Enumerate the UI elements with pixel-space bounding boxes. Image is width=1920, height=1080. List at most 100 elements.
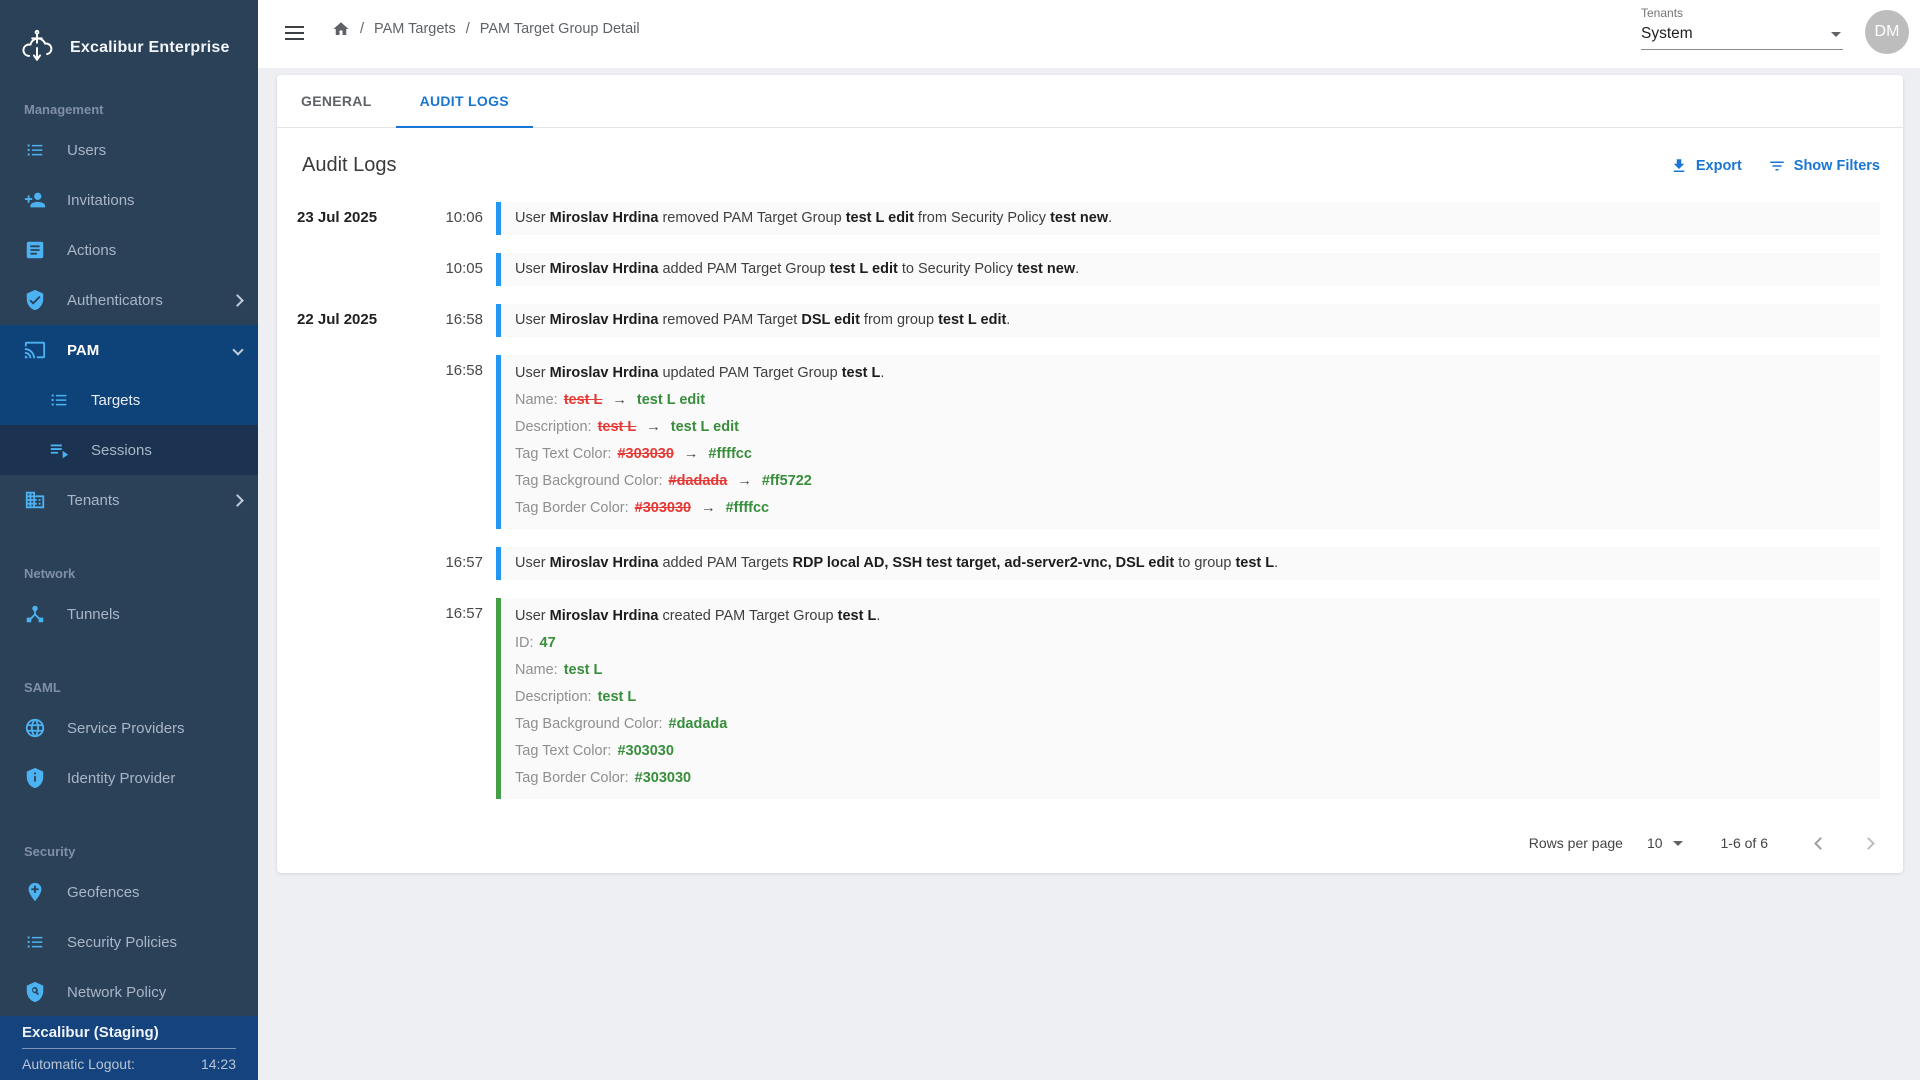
page-title: Audit Logs <box>302 154 1670 177</box>
sidebar-item-sessions[interactable]: Sessions <box>0 425 258 475</box>
section-label-network: Network <box>0 559 258 589</box>
log-text-segment: RDP local AD, SSH test target, ad-server… <box>793 555 1175 571</box>
tenant-selected-value: System <box>1641 25 1693 43</box>
log-text-segment: Miroslav Hrdina <box>550 261 659 277</box>
log-entry-card: User Miroslav Hrdina added PAM Target Gr… <box>496 253 1880 286</box>
sidebar-item-security-policies[interactable]: Security Policies <box>0 917 258 967</box>
sidebar-item-label: Authenticators <box>67 292 212 309</box>
log-text-segment: test L edit <box>938 312 1006 328</box>
sidebar-item-label: Tenants <box>67 492 212 509</box>
log-change-line: Tag Text Color:#303030 <box>515 738 1864 765</box>
next-page-button[interactable] <box>1856 831 1880 855</box>
log-text-segment: Miroslav Hrdina <box>550 555 659 571</box>
log-text-segment: Miroslav Hrdina <box>550 365 659 381</box>
log-entry-card: User Miroslav Hrdina created PAM Target … <box>496 598 1880 799</box>
tenants-label: Tenants <box>1641 6 1843 20</box>
sidebar-item-label: Identity Provider <box>67 770 242 787</box>
menu-icon[interactable] <box>285 26 304 40</box>
change-new-value: 47 <box>540 635 556 651</box>
log-text-segment: added PAM Targets <box>658 555 792 571</box>
list-icon <box>24 139 46 161</box>
log-entry-title: User Miroslav Hrdina removed PAM Target … <box>515 210 1864 227</box>
log-time: 16:57 <box>407 598 483 622</box>
log-text-segment: DSL edit <box>801 312 860 328</box>
rows-per-page-label: Rows per page <box>1529 835 1623 851</box>
log-text-segment: test L <box>842 365 881 381</box>
sidebar-item-authenticators[interactable]: Authenticators <box>0 275 258 325</box>
log-text-segment: . <box>876 608 880 624</box>
change-label: Name: <box>515 662 558 678</box>
tenant-select[interactable]: System <box>1641 20 1843 50</box>
download-icon <box>1670 157 1688 175</box>
rows-per-page-select[interactable]: 10 <box>1647 835 1683 851</box>
sidebar-item-identity-provider[interactable]: Identity Provider <box>0 753 258 803</box>
sidebar-item-service-providers[interactable]: Service Providers <box>0 703 258 753</box>
audit-log-row: 16:58User Miroslav Hrdina updated PAM Ta… <box>277 355 1903 529</box>
list-icon <box>48 389 70 411</box>
sidebar-footer: Excalibur (Staging) Automatic Logout: 14… <box>0 1016 258 1080</box>
globe-icon <box>24 717 46 739</box>
auto-logout-label: Automatic Logout: <box>22 1056 135 1072</box>
change-label: Description: <box>515 689 592 705</box>
sidebar-item-pam[interactable]: PAM <box>0 325 258 375</box>
sidebar-item-actions[interactable]: Actions <box>0 225 258 275</box>
log-change-line: Tag Border Color:#303030 <box>515 765 1864 792</box>
environment-name: Excalibur (Staging) <box>22 1024 236 1049</box>
sidebar-item-network-policy[interactable]: Network Policy <box>0 967 258 1017</box>
audit-log-row: 22 Jul 202516:58User Miroslav Hrdina rem… <box>277 304 1903 337</box>
audit-log-row: 23 Jul 202510:06User Miroslav Hrdina rem… <box>277 202 1903 235</box>
brand-title: Excalibur Enterprise <box>70 39 230 57</box>
sidebar-item-label: Geofences <box>67 884 242 901</box>
log-date <box>277 253 407 260</box>
section-label-security: Security <box>0 837 258 867</box>
sidebar-item-tunnels[interactable]: Tunnels <box>0 589 258 639</box>
audit-log-row: 10:05User Miroslav Hrdina added PAM Targ… <box>277 253 1903 286</box>
sidebar-item-tenants[interactable]: Tenants <box>0 475 258 525</box>
log-text-segment: removed PAM Target Group <box>658 210 845 226</box>
log-time: 16:58 <box>407 304 483 328</box>
sidebar-item-users[interactable]: Users <box>0 125 258 175</box>
auto-logout-timer: 14:23 <box>201 1056 236 1072</box>
change-new-value: #303030 <box>635 770 691 786</box>
audit-log-row: 16:57User Miroslav Hrdina added PAM Targ… <box>277 547 1903 580</box>
chevron-right-icon <box>1862 837 1875 850</box>
export-button[interactable]: Export <box>1670 157 1742 175</box>
breadcrumb-current: PAM Target Group Detail <box>480 21 640 37</box>
change-new-value: #dadada <box>669 716 728 732</box>
tab-general[interactable]: GENERAL <box>277 75 396 127</box>
chevron-right-icon <box>231 494 244 507</box>
sidebar-item-geofences[interactable]: Geofences <box>0 867 258 917</box>
pagination-range: 1-6 of 6 <box>1721 835 1768 851</box>
log-entry-title: User Miroslav Hrdina removed PAM Target … <box>515 312 1864 329</box>
log-text-segment: User <box>515 261 550 277</box>
brand: Excalibur Enterprise <box>0 0 258 95</box>
log-text-segment: test L <box>1235 555 1274 571</box>
change-label: Description: <box>515 419 592 435</box>
log-text-segment: User <box>515 555 550 571</box>
rows-per-page-value: 10 <box>1647 835 1663 851</box>
sidebar-item-label: Network Policy <box>67 984 242 1001</box>
building-icon <box>24 489 46 511</box>
log-change-line: Tag Background Color:#dadada <box>515 711 1864 738</box>
log-text-segment: . <box>1274 555 1278 571</box>
log-change-line: Name:test L <box>515 657 1864 684</box>
sidebar-item-label: Actions <box>67 242 242 259</box>
home-icon[interactable] <box>332 20 350 38</box>
log-text-segment: to Security Policy <box>898 261 1017 277</box>
avatar[interactable]: DM <box>1865 10 1909 54</box>
pagination: Rows per page 10 1-6 of 6 <box>277 817 1903 855</box>
sidebar-item-targets[interactable]: Targets <box>0 375 258 425</box>
log-change-line: Tag Text Color:#303030→#ffffcc <box>515 441 1864 468</box>
change-old-value: #303030 <box>617 446 673 462</box>
section-label-management: Management <box>0 95 258 125</box>
log-entry-title: User Miroslav Hrdina updated PAM Target … <box>515 360 1864 387</box>
previous-page-button[interactable] <box>1808 831 1832 855</box>
sidebar-item-invitations[interactable]: Invitations <box>0 175 258 225</box>
change-new-value: test L edit <box>637 392 705 408</box>
show-filters-button[interactable]: Show Filters <box>1768 157 1880 175</box>
tab-audit-logs[interactable]: AUDIT LOGS <box>396 75 533 127</box>
log-entry-title: User Miroslav Hrdina added PAM Targets R… <box>515 555 1864 572</box>
breadcrumb-pam-targets[interactable]: PAM Targets <box>374 21 456 37</box>
change-new-value: #ff5722 <box>762 473 812 489</box>
log-text-segment: User <box>515 608 550 624</box>
